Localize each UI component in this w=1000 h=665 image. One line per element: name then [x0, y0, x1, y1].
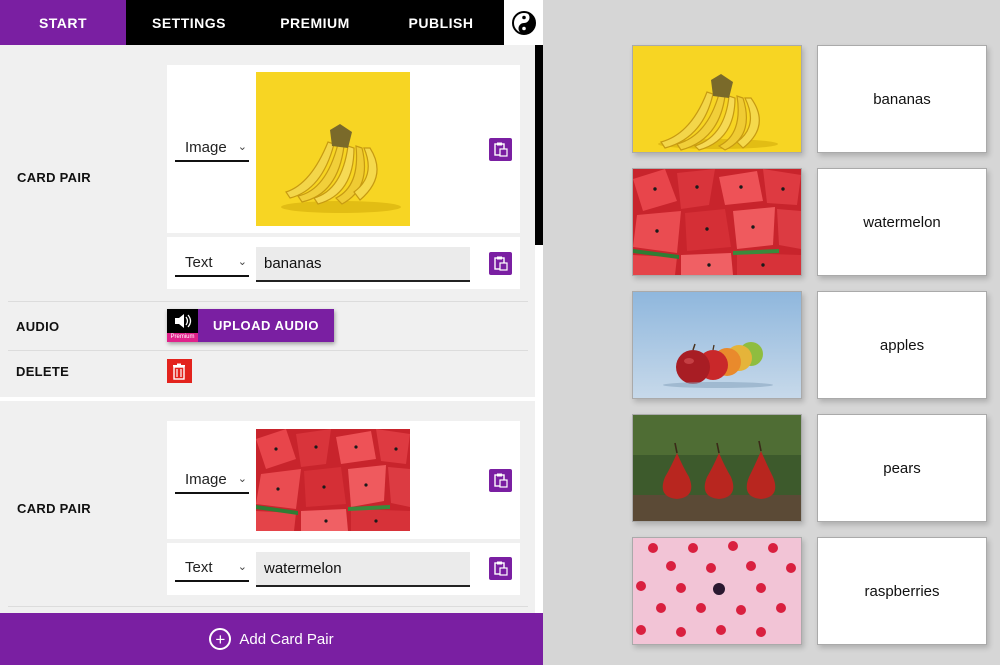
divider [8, 606, 528, 607]
card-pair-label: CARD PAIR [17, 170, 91, 185]
preview-image-card[interactable] [632, 537, 802, 645]
side-b-type-select[interactable]: Text ⌄ [175, 249, 249, 277]
select-value: Text [185, 253, 213, 271]
paste-image-button[interactable] [489, 138, 512, 161]
card-text: watermelon [863, 213, 941, 231]
preview-image-card[interactable] [632, 45, 802, 153]
watermelon-image [256, 429, 410, 531]
tab-premium[interactable]: PREMIUM [252, 0, 378, 45]
preview-text-card[interactable]: bananas [817, 45, 987, 153]
preview-text-card[interactable]: pears [817, 414, 987, 522]
paste-text-button[interactable] [489, 252, 512, 275]
scrollbar-thumb[interactable] [535, 45, 543, 245]
apples-image [633, 292, 801, 398]
divider [8, 301, 528, 302]
select-value: Image [185, 470, 227, 488]
clipboard-icon [494, 256, 508, 271]
banana-image [256, 72, 410, 226]
text-field[interactable] [256, 247, 470, 282]
preview-text-card[interactable]: raspberries [817, 537, 987, 645]
select-value: Image [185, 138, 227, 156]
divider [8, 350, 528, 351]
clipboard-icon [494, 561, 508, 576]
select-value: Text [185, 558, 213, 576]
audio-label: AUDIO [16, 319, 60, 334]
preview-image-card[interactable] [632, 291, 802, 399]
tab-publish[interactable]: PUBLISH [378, 0, 504, 45]
card-text: raspberries [864, 582, 940, 600]
add-card-pair-button[interactable]: + Add Card Pair [0, 613, 543, 665]
paste-text-button[interactable] [489, 557, 512, 580]
yin-yang-icon [511, 10, 536, 35]
chevron-down-icon: ⌄ [237, 561, 247, 573]
theme-toggle[interactable] [504, 0, 543, 45]
bananas-image [633, 46, 801, 152]
card-text: apples [879, 336, 925, 354]
tab-settings[interactable]: SETTINGS [126, 0, 252, 45]
card-pair-label: CARD PAIR [17, 501, 91, 516]
scrollbar[interactable] [535, 45, 543, 613]
text-field[interactable] [256, 552, 470, 587]
side-a-type-select[interactable]: Image ⌄ [175, 466, 249, 494]
premium-badge: Premium [167, 333, 198, 342]
preview-text-card[interactable]: watermelon [817, 168, 987, 276]
preview-image-card[interactable] [632, 168, 802, 276]
editor-panel: START SETTINGS PREMIUM PUBLISH CARD PAIR… [0, 0, 543, 665]
card-text: bananas [873, 90, 931, 108]
chevron-down-icon: ⌄ [237, 473, 247, 485]
watermelon-image [633, 169, 801, 275]
top-tabs: START SETTINGS PREMIUM PUBLISH [0, 0, 543, 45]
upload-audio-label: UPLOAD AUDIO [213, 318, 319, 333]
raspberries-image [633, 538, 801, 644]
clipboard-icon [494, 142, 508, 157]
pears-image [633, 415, 801, 521]
paste-image-button[interactable] [489, 469, 512, 492]
chevron-down-icon: ⌄ [237, 256, 247, 268]
pair-separator [0, 397, 535, 401]
preview-image-card[interactable] [632, 414, 802, 522]
side-b-type-select[interactable]: Text ⌄ [175, 554, 249, 582]
plus-circle-icon: + [209, 628, 232, 650]
upload-audio-button[interactable]: Premium UPLOAD AUDIO [167, 309, 334, 342]
side-a-type-select[interactable]: Image ⌄ [175, 134, 249, 162]
tab-start[interactable]: START [0, 0, 126, 45]
add-card-pair-label: Add Card Pair [239, 630, 334, 648]
card-text: pears [883, 459, 921, 477]
clipboard-icon [494, 473, 508, 488]
chevron-down-icon: ⌄ [237, 141, 247, 153]
delete-button[interactable] [167, 359, 192, 383]
delete-label: DELETE [16, 364, 70, 379]
preview-text-card[interactable]: apples [817, 291, 987, 399]
trash-icon [173, 363, 185, 380]
